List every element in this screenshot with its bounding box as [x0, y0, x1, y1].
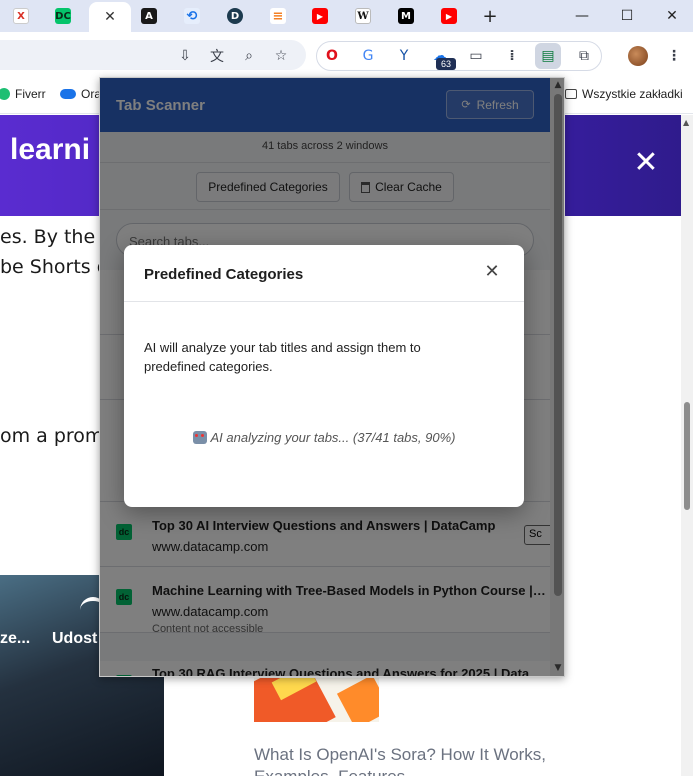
- minimize-button[interactable]: —: [560, 0, 604, 32]
- close-window-button[interactable]: ✕: [650, 0, 693, 32]
- bookmark-fiverr[interactable]: Fiverr: [0, 87, 46, 101]
- google-translate-icon[interactable]: G: [358, 46, 378, 66]
- browser-tab-active[interactable]: ✕: [89, 2, 131, 32]
- stack-icon: ≡: [270, 8, 286, 24]
- browser-toolbar: ⇩ 文 ⌕ ☆ O G Y ☁ 63 ▭ ⁞ ▤ ⧉ ⋮: [0, 32, 693, 76]
- browser-tab[interactable]: W: [342, 3, 384, 29]
- address-bar[interactable]: [0, 40, 306, 70]
- opera-icon[interactable]: O: [322, 46, 342, 66]
- browser-tab[interactable]: ▶: [299, 3, 341, 29]
- browser-tab[interactable]: X: [0, 3, 42, 29]
- translate-icon[interactable]: 文: [207, 46, 227, 66]
- browser-tab[interactable]: ▶: [428, 3, 470, 29]
- modal-title: Predefined Categories: [144, 266, 304, 283]
- notification-badge: 63: [436, 58, 456, 70]
- article-text: be Shorts c: [0, 256, 108, 278]
- medium-icon: M: [398, 8, 414, 24]
- browser-tab[interactable]: ⟲: [171, 3, 213, 29]
- bookmark-star-icon[interactable]: ☆: [271, 46, 291, 66]
- tab-scanner-extension-icon[interactable]: ▤: [535, 43, 561, 69]
- datacamp-icon: DC: [55, 8, 71, 24]
- puzzle-icon[interactable]: ⧉: [574, 46, 594, 66]
- browser-tab[interactable]: D: [214, 3, 256, 29]
- new-tab-button[interactable]: +: [468, 0, 512, 32]
- screen-cast-icon[interactable]: ▭: [466, 46, 486, 66]
- all-bookmarks-label: Wszystkie zakładki: [582, 87, 683, 101]
- page-scrollbar[interactable]: ▲: [681, 115, 693, 776]
- menu-icon[interactable]: ⋮: [664, 46, 684, 66]
- scroll-up-icon[interactable]: ▲: [683, 118, 689, 127]
- youtube-icon: ▶: [441, 8, 457, 24]
- share-label[interactable]: Udost: [52, 630, 97, 648]
- banner-close-icon[interactable]: ✕: [633, 148, 659, 178]
- browser-tab[interactable]: A: [128, 3, 170, 29]
- modal-description: AI will analyze your tab titles and assi…: [144, 340, 421, 374]
- bookmark-label: Ora: [81, 87, 102, 101]
- tab-strip: X DC ✕ A ⟲ D ≡ ▶ W M ▶ + — ☐ ✕: [0, 0, 693, 32]
- bookmark-ora[interactable]: Ora: [60, 87, 101, 101]
- article-thumbnail[interactable]: [254, 678, 379, 722]
- page-scrollbar-thumb[interactable]: [684, 402, 690, 510]
- status-text: AI analyzing your tabs... (37/41 tabs, 9…: [210, 430, 456, 445]
- all-bookmarks[interactable]: Wszystkie zakładki: [565, 87, 683, 101]
- close-icon[interactable]: ✕: [102, 9, 118, 25]
- vpn-icon[interactable]: Y: [394, 46, 414, 66]
- article-title[interactable]: What Is OpenAI's Sora? How It Works, Exa…: [254, 744, 554, 776]
- anthropic-icon: A: [141, 8, 157, 24]
- wikipedia-icon: W: [355, 8, 371, 24]
- article-text: es. By the c: [0, 226, 112, 248]
- predefined-categories-modal: Predefined Categories ✕ AI will analyze …: [124, 245, 524, 507]
- close-icon[interactable]: ✕: [482, 262, 502, 282]
- d-icon: D: [227, 8, 243, 24]
- maximize-button[interactable]: ☐: [605, 0, 649, 32]
- avatar[interactable]: [628, 46, 648, 66]
- tool-icon[interactable]: ⁞: [502, 46, 522, 66]
- youtube-icon: ▶: [312, 8, 328, 24]
- browser-tab[interactable]: DC: [42, 3, 84, 29]
- browser-tab[interactable]: ≡: [257, 3, 299, 29]
- x-icon: X: [13, 8, 29, 24]
- screen: X DC ✕ A ⟲ D ≡ ▶ W M ▶ + — ☐ ✕ ⇩ 文 ⌕ ☆ O…: [0, 0, 693, 776]
- folder-icon: [565, 89, 577, 99]
- modal-header: Predefined Categories ✕: [124, 245, 524, 302]
- browser-tab[interactable]: M: [385, 3, 427, 29]
- robot-icon: [192, 431, 207, 444]
- cloud-icon: [60, 89, 76, 99]
- bookmark-label: Fiverr: [15, 87, 46, 101]
- zoom-icon[interactable]: ⌕: [239, 46, 259, 66]
- install-app-icon[interactable]: ⇩: [175, 46, 195, 66]
- fiverr-icon: [0, 88, 10, 100]
- history-icon: ⟲: [184, 8, 200, 24]
- banner-text: learni: [10, 133, 91, 166]
- video-label: ze...: [0, 630, 31, 647]
- analysis-status: AI analyzing your tabs... (37/41 tabs, 9…: [124, 430, 524, 445]
